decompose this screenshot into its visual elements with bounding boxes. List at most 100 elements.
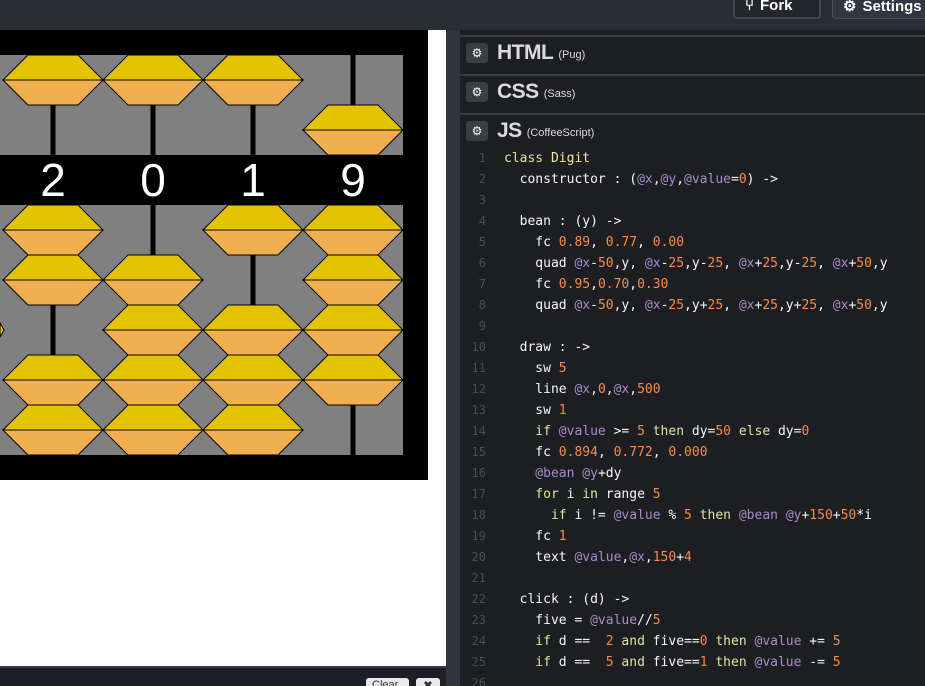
code-token: 0 [738,172,747,187]
code-token: @x [574,256,591,271]
line-number: 1 [478,151,486,165]
editor-preprocessor: (Sass) [543,88,576,100]
code-token: 5 [637,424,645,439]
code-token: -= [801,655,833,670]
code-line[interactable]: 14 if @value >= 5 then dy=50 else dy=0 [460,421,925,442]
code-line[interactable]: 9 [460,316,925,337]
code-line[interactable]: 17 for i in range 5 [460,484,925,505]
code-line[interactable]: 26 [460,673,925,686]
code-line[interactable]: 13 sw 1 [460,400,925,421]
editor-settings-icon[interactable]: ⚙ [466,121,488,141]
code-token: 0.95 [558,277,591,292]
code-token: @x [629,550,645,565]
code-line[interactable]: 24 if d == 2 and five==0 then @value += … [460,631,925,652]
fork-button[interactable]: ⑂ Fork [733,0,821,19]
code-line[interactable]: 4 bean : (y) -> [460,211,925,232]
code-text: @bean @y+dy [504,463,621,484]
code-token: ,y [871,298,888,313]
code-token: @x [574,382,591,397]
code-token: Digit [550,151,591,166]
pane-divider[interactable] [446,30,460,686]
code-editor[interactable]: 1 class Digit 2 constructor : (@x,@y,@valu… [460,148,925,686]
code-token: +dy [597,466,622,481]
code-token: 25 [707,256,724,271]
code-token: @x [832,256,849,271]
code-token: i [566,487,583,502]
gear-icon: ⚙ [843,0,857,15]
code-token: + [676,550,685,565]
editor-lang: HTML [497,41,554,64]
code-token: if [504,424,559,439]
code-line[interactable]: 18 if i != @value % 5 then @bean @y+150+… [460,505,925,526]
code-line[interactable]: 11 sw 5 [460,358,925,379]
code-token: range [605,487,653,502]
code-line[interactable]: 15 fc 0.894, 0.772, 0.000 [460,442,925,463]
code-line[interactable]: 19 fc 1 [460,526,925,547]
code-text: quad @x-50,y, @x-25,y-25, @x+25,y-25, @x… [504,253,887,274]
code-text: click : (d) -> [504,589,630,610]
close-console-button[interactable]: ✖ [416,678,440,686]
code-line[interactable]: 20 text @value,@x,150+4 [460,547,925,568]
code-line[interactable]: 22 click : (d) -> [460,589,925,610]
code-token: @value [613,508,661,523]
clear-console-button[interactable]: Clear [366,678,409,686]
code-token: d == [558,655,606,670]
code-line[interactable]: 5 fc 0.89, 0.77, 0.00 [460,232,925,253]
code-token: @y [582,466,598,481]
code-token: 4 [684,550,692,565]
code-text: sw 1 [504,400,566,421]
code-line[interactable]: 3 [460,190,925,211]
code-line[interactable]: 2 constructor : (@x,@y,@value=0) -> [460,169,925,190]
js-editor-header[interactable]: ⚙ JS (CoffeeScript) [460,113,925,147]
css-editor-header[interactable]: ⚙ CSS (Sass) [460,74,925,108]
editor-settings-icon[interactable]: ⚙ [466,82,488,102]
code-token: in [582,487,606,502]
code-line[interactable]: 25 if d == 5 and five==1 then @value -= … [460,652,925,673]
code-token: click : (d) -> [504,592,630,607]
code-line[interactable]: 7 fc 0.95,0.70,0.30 [460,274,925,295]
code-token: 50 [840,508,857,523]
code-line[interactable]: 6 quad @x-50,y, @x-25,y-25, @x+25,y-25, … [460,253,925,274]
line-number: 14 [471,424,486,438]
code-token: quad [504,298,575,313]
settings-button[interactable]: ⚙ Settings [832,0,925,19]
code-token: class [504,151,551,166]
code-line[interactable]: 16 @bean @y+dy [460,463,925,484]
editor-settings-icon[interactable]: ⚙ [466,43,488,63]
code-token: @x [832,298,849,313]
code-token: 25 [668,256,685,271]
code-text: text @value,@x,150+4 [504,547,692,568]
code-line[interactable]: 10 draw : -> [460,337,925,358]
code-token: @bean [504,466,583,481]
code-token: += [801,634,833,649]
code-token: , [723,256,739,271]
code-line[interactable]: 1 class Digit [460,148,925,169]
code-token: , [652,172,661,187]
code-token: 0 [801,424,810,439]
code-token: @bean [738,508,786,523]
code-line[interactable]: 12 line @x,0,@x,500 [460,379,925,400]
code-token: 50 [856,256,872,271]
code-token: fc [504,529,559,544]
code-text: constructor : (@x,@y,@value=0) -> [504,169,778,190]
code-line[interactable]: 8 quad @x-50,y, @x-25,y+25, @x+25,y+25, … [460,295,925,316]
abacus-canvas[interactable]: 2019 [0,30,446,666]
line-number: 11 [471,361,486,375]
code-text: if i != @value % 5 then @bean @y+150+50*… [504,505,872,526]
code-token: , [597,445,614,460]
html-editor-header[interactable]: ⚙ HTML (Pug) [460,35,925,69]
code-token: dy= [691,424,716,439]
line-number: 7 [478,277,486,291]
code-token: then [691,508,739,523]
digit-label: 2 [40,154,66,206]
code-text: class Digit [504,148,590,169]
code-token: five== [652,634,700,649]
code-token: 0.00 [652,235,685,250]
code-token: 0.894 [558,445,598,460]
code-token: @y [660,172,677,187]
line-number: 3 [478,193,486,207]
code-line[interactable]: 23 five = @value//5 [460,610,925,631]
code-token: 2 [605,634,614,649]
code-text: if d == 5 and five==1 then @value -= 5 [504,652,840,673]
code-line[interactable]: 21 [460,568,925,589]
